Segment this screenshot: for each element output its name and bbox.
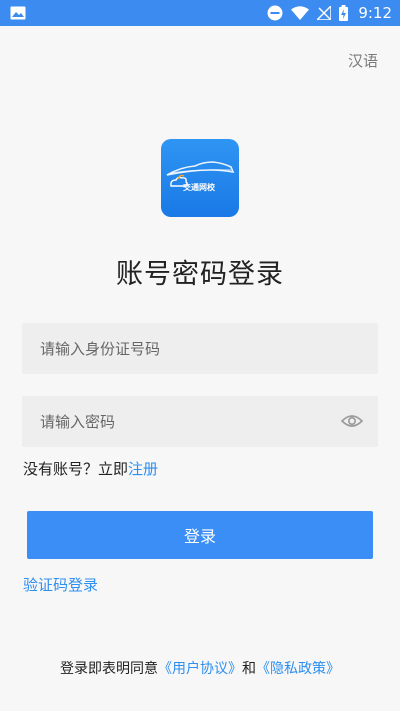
language-switch[interactable]: 汉语: [348, 50, 378, 71]
no-signal-icon: [317, 6, 332, 20]
image-notification-icon: [10, 6, 26, 20]
app-logo-text: 交通网校: [183, 183, 215, 192]
privacy-policy-link[interactable]: 《隐私政策》: [256, 661, 340, 677]
app-logo: 交通网校: [161, 139, 239, 217]
battery-charging-icon: [339, 5, 349, 21]
status-time: 9:12: [358, 4, 392, 22]
id-number-input[interactable]: [22, 323, 378, 374]
user-agreement-link[interactable]: 《用户协议》: [158, 661, 242, 677]
password-input[interactable]: [22, 396, 378, 447]
wifi-icon: [291, 6, 310, 20]
agreement-and: 和: [242, 661, 256, 677]
code-login-link[interactable]: 验证码登录: [23, 574, 98, 595]
status-bar: 9:12: [0, 0, 400, 26]
register-link[interactable]: 注册: [128, 460, 158, 478]
signup-row: 没有账号？立即注册: [23, 458, 158, 479]
do-not-disturb-icon: [267, 5, 283, 21]
no-account-text: 没有账号？立即: [23, 460, 129, 478]
agreement-prefix: 登录即表明同意: [60, 661, 158, 677]
login-button[interactable]: 登录: [27, 511, 373, 559]
status-bar-left: [10, 6, 26, 20]
car-logo-icon: [166, 161, 235, 187]
agreement-text: 登录即表明同意《用户协议》和《隐私政策》: [0, 658, 400, 678]
eye-icon[interactable]: [341, 412, 363, 430]
page-title: 账号密码登录: [116, 259, 284, 290]
status-bar-right: 9:12: [259, 4, 392, 22]
